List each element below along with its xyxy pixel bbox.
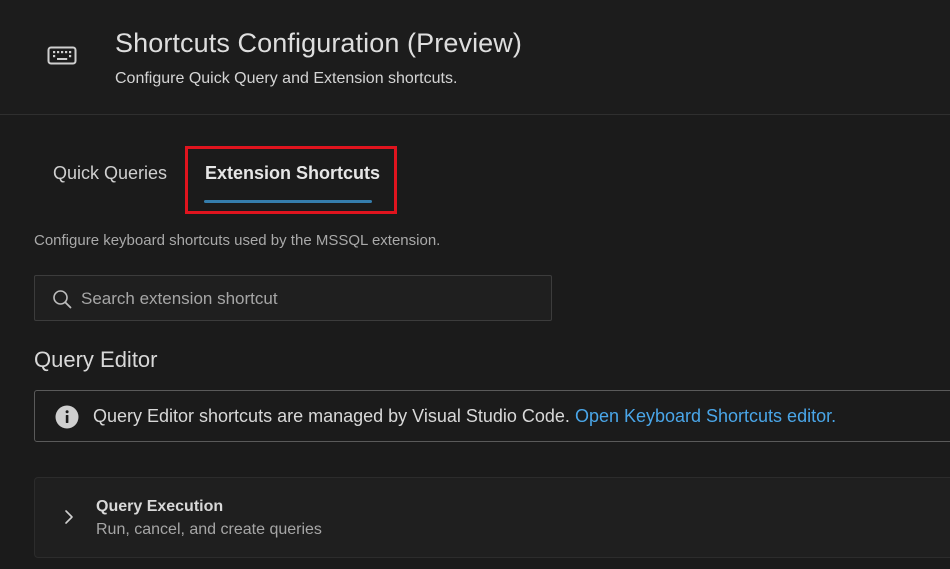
info-text: Query Editor shortcuts are managed by Vi…: [93, 406, 836, 427]
info-message-text: Query Editor shortcuts are managed by Vi…: [93, 406, 575, 426]
search-input[interactable]: [79, 276, 543, 322]
open-keyboard-shortcuts-link[interactable]: Open Keyboard Shortcuts editor.: [575, 406, 836, 426]
keyboard-icon: [47, 46, 77, 65]
page-title: Shortcuts Configuration (Preview): [115, 28, 522, 58]
shortcut-group-query-execution[interactable]: Query Execution Run, cancel, and create …: [34, 477, 950, 558]
group-title: Query Execution: [96, 498, 224, 515]
page-header: Shortcuts Configuration (Preview) Config…: [0, 0, 950, 115]
info-message: Query Editor shortcuts are managed by Vi…: [34, 390, 950, 442]
group-subtitle: Run, cancel, and create queries: [96, 521, 322, 538]
tab-quick-queries[interactable]: Quick Queries: [53, 163, 167, 184]
chevron-right-icon[interactable]: [62, 507, 76, 527]
search-icon: [53, 290, 72, 309]
section-title-query-editor: Query Editor: [34, 347, 158, 372]
tab-description: Configure keyboard shortcuts used by the…: [34, 232, 441, 249]
page-subtitle: Configure Quick Query and Extension shor…: [115, 70, 458, 87]
info-icon: [55, 405, 79, 429]
search-field[interactable]: [34, 275, 552, 322]
tab-highlight-annotation: [185, 146, 397, 214]
